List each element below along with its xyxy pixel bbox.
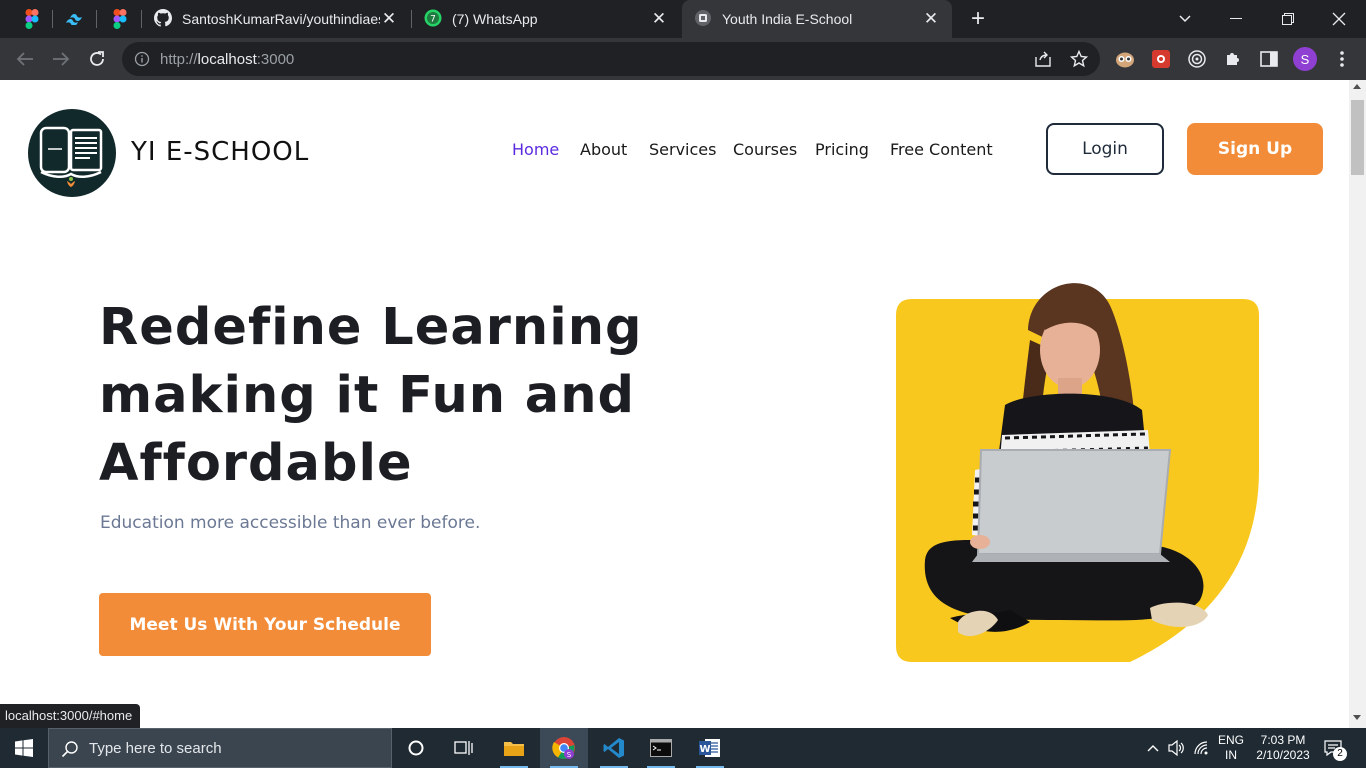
- address-bar[interactable]: http://localhost:3000: [122, 42, 1100, 76]
- tab-title: (7) WhatsApp: [452, 11, 538, 27]
- hero-illustration: [880, 270, 1280, 670]
- windows-taskbar: Type here to search S W ENG IN 7:03 PM 2…: [0, 728, 1366, 768]
- link-status-bubble: localhost:3000/#home: [0, 704, 141, 728]
- tab-search-chevron-icon[interactable]: [1170, 4, 1200, 34]
- figma-icon[interactable]: [22, 9, 42, 29]
- svg-text:S: S: [567, 751, 572, 759]
- svg-text:W: W: [699, 744, 710, 755]
- back-arrow-icon[interactable]: [13, 47, 37, 71]
- svg-text:7: 7: [430, 14, 436, 24]
- tab-separator: [52, 10, 53, 28]
- share-icon[interactable]: [1031, 47, 1055, 71]
- nav-about[interactable]: About: [580, 140, 627, 159]
- minimize-icon[interactable]: [1221, 4, 1251, 34]
- login-button[interactable]: Login: [1046, 123, 1164, 175]
- network-icon[interactable]: [1192, 738, 1212, 758]
- kebab-menu-icon[interactable]: [1330, 47, 1354, 71]
- scrollbar-thumb[interactable]: [1351, 100, 1364, 175]
- site-brand[interactable]: YI E-SCHOOL: [131, 137, 309, 167]
- notification-count-badge: 2: [1333, 747, 1347, 761]
- cortana-icon[interactable]: [392, 728, 440, 768]
- chrome-icon[interactable]: S: [540, 728, 588, 768]
- tab-youth-india[interactable]: Youth India E-School ✕: [682, 0, 952, 38]
- hero-subtitle: Education more accessible than ever befo…: [100, 513, 481, 533]
- restore-icon[interactable]: [1273, 4, 1303, 34]
- file-explorer-icon[interactable]: [490, 728, 538, 768]
- nav-courses[interactable]: Courses: [733, 140, 797, 159]
- close-icon[interactable]: ✕: [922, 9, 940, 28]
- region-code: IN: [1225, 748, 1237, 762]
- new-tab-plus-icon[interactable]: +: [966, 7, 990, 32]
- extensions-puzzle-icon[interactable]: [1221, 47, 1245, 71]
- clock-time: 7:03 PM: [1260, 733, 1306, 747]
- tab-whatsapp[interactable]: 7 (7) WhatsApp ✕: [412, 0, 680, 38]
- tab-title: Youth India E-School: [722, 11, 853, 27]
- forward-arrow-icon[interactable]: [49, 47, 73, 71]
- nav-home[interactable]: Home: [512, 140, 559, 159]
- url-text: http://localhost:3000: [160, 51, 295, 68]
- hero-title: Redefine Learning making it Fun and Affo…: [99, 298, 643, 493]
- tab-github[interactable]: SantoshKumarRavi/youthindiaeschool ✕: [142, 0, 410, 38]
- language-indicator[interactable]: ENG IN: [1218, 733, 1244, 763]
- nav-services[interactable]: Services: [649, 140, 716, 159]
- close-icon[interactable]: ✕: [650, 9, 668, 28]
- clock-date: 2/10/2023: [1256, 748, 1310, 762]
- system-clock[interactable]: 7:03 PM 2/10/2023: [1253, 733, 1313, 763]
- extension-red-icon[interactable]: [1149, 47, 1173, 71]
- nav-free-content[interactable]: Free Content: [890, 140, 993, 159]
- page-viewport: YI E-SCHOOL Home About Services Courses …: [0, 80, 1349, 715]
- browser-toolbar: http://localhost:3000 S: [0, 38, 1366, 80]
- page-scrollbar[interactable]: [1349, 80, 1366, 728]
- extension-owl-icon[interactable]: [1113, 47, 1137, 71]
- volume-icon[interactable]: [1167, 738, 1187, 758]
- meet-us-schedule-button[interactable]: Meet Us With Your Schedule: [99, 593, 431, 656]
- search-icon: [61, 740, 79, 763]
- taskbar-search-box[interactable]: Type here to search: [48, 728, 392, 768]
- tab-separator: [96, 10, 97, 28]
- language-code: ENG: [1218, 733, 1245, 747]
- search-placeholder: Type here to search: [89, 740, 222, 757]
- terminal-icon[interactable]: [637, 728, 685, 768]
- windows-start-icon[interactable]: [0, 728, 48, 768]
- site-favicon-icon: [694, 9, 712, 30]
- info-icon[interactable]: [134, 51, 150, 67]
- whatsapp-icon: 7: [424, 9, 442, 30]
- tray-chevron-up-icon[interactable]: [1143, 738, 1163, 758]
- nav-pricing[interactable]: Pricing: [815, 140, 869, 159]
- scroll-up-arrow-icon[interactable]: [1353, 84, 1361, 89]
- extension-target-icon[interactable]: [1185, 47, 1209, 71]
- word-icon[interactable]: W: [686, 728, 734, 768]
- bookmark-star-icon[interactable]: [1067, 47, 1091, 71]
- tab-title: SantoshKumarRavi/youthindiaeschool: [182, 11, 380, 27]
- profile-avatar[interactable]: S: [1293, 47, 1317, 71]
- close-window-icon[interactable]: [1324, 4, 1354, 34]
- site-logo[interactable]: [28, 109, 116, 197]
- scroll-down-arrow-icon[interactable]: [1353, 715, 1361, 720]
- task-view-icon[interactable]: [440, 728, 488, 768]
- tailwind-icon[interactable]: [65, 9, 85, 29]
- reload-icon[interactable]: [85, 47, 109, 71]
- github-icon: [154, 8, 172, 30]
- signup-button[interactable]: Sign Up: [1187, 123, 1323, 175]
- vscode-icon[interactable]: [590, 728, 638, 768]
- side-panel-icon[interactable]: [1257, 47, 1281, 71]
- figma-icon[interactable]: [110, 9, 130, 29]
- browser-tab-strip: SantoshKumarRavi/youthindiaeschool ✕ 7 (…: [0, 0, 1366, 38]
- close-icon[interactable]: ✕: [380, 9, 398, 28]
